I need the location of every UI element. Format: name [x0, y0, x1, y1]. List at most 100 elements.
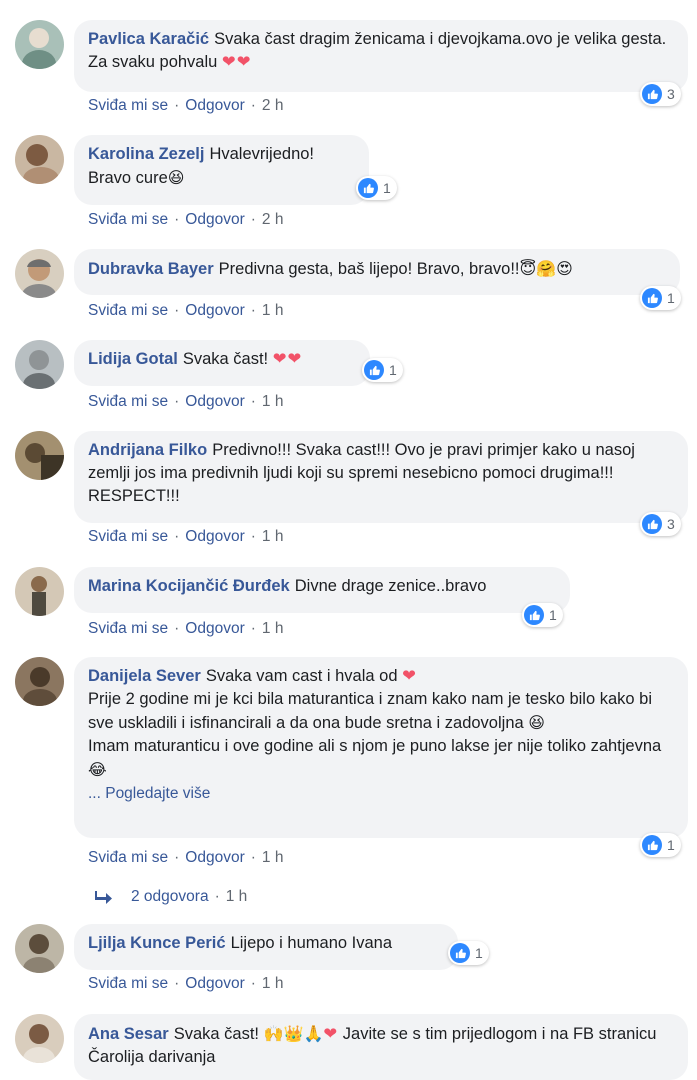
- separator: ·: [174, 393, 180, 410]
- like-link[interactable]: Sviđa mi se: [88, 211, 168, 228]
- timestamp: 1 h: [225, 888, 248, 905]
- avatar[interactable]: [15, 924, 64, 973]
- author-name[interactable]: Marina Kocijančić Đurđek: [88, 577, 290, 595]
- like-link[interactable]: Sviđa mi se: [88, 393, 168, 410]
- avatar[interactable]: [15, 431, 64, 480]
- separator: ·: [174, 302, 180, 319]
- comment-actions: Sviđa mi se · Odgovor · 1 h: [88, 527, 283, 547]
- reply-link[interactable]: Odgovor: [185, 97, 244, 114]
- like-count: 3: [667, 516, 675, 532]
- reply-link[interactable]: Odgovor: [185, 849, 244, 866]
- avatar[interactable]: [15, 1014, 64, 1063]
- timestamp[interactable]: 1 h: [262, 975, 284, 992]
- comment-actions: Sviđa mi se · Odgovor · 1 h: [88, 301, 283, 321]
- like-icon: [642, 288, 662, 308]
- reply-link[interactable]: Odgovor: [185, 528, 244, 545]
- tears-of-joy-emoji-icon: 😂: [88, 760, 107, 779]
- timestamp[interactable]: 2 h: [262, 211, 284, 228]
- like-icon: [358, 178, 378, 198]
- laughing-emoji-icon: 😆: [167, 168, 185, 187]
- like-link[interactable]: Sviđa mi se: [88, 97, 168, 114]
- author-name[interactable]: Ana Sesar: [88, 1025, 169, 1043]
- view-replies[interactable]: 2 odgovora · 1 h: [95, 888, 247, 906]
- comment-text: Svaka čast!: [173, 1025, 260, 1043]
- reaction-count[interactable]: 1: [640, 286, 681, 310]
- comment-text-line2: Bravo cure: [88, 169, 168, 187]
- author-name[interactable]: Danijela Sever: [88, 667, 201, 685]
- reaction-count[interactable]: 1: [640, 833, 681, 857]
- reaction-count[interactable]: 1: [522, 603, 563, 627]
- comment-text-line2: Prije 2 godine mi je kci bila maturantic…: [88, 690, 653, 732]
- separator: ·: [174, 849, 180, 866]
- separator: ·: [250, 302, 256, 319]
- timestamp[interactable]: 1 h: [262, 302, 284, 319]
- separator: ·: [174, 528, 180, 545]
- timestamp[interactable]: 2 h: [262, 97, 284, 114]
- avatar[interactable]: [15, 20, 64, 69]
- like-link[interactable]: Sviđa mi se: [88, 302, 168, 319]
- comment-actions: Sviđa mi se · Odgovor · 1 h: [88, 974, 283, 994]
- avatar[interactable]: [15, 340, 64, 389]
- like-link[interactable]: Sviđa mi se: [88, 849, 168, 866]
- like-count: 1: [667, 290, 675, 306]
- comment-text: Svaka vam cast i hvala od: [205, 667, 398, 685]
- see-more-link[interactable]: ... Pogledajte više: [88, 785, 210, 802]
- like-icon: [524, 605, 544, 625]
- comment-bubble: Dubravka Bayer Predivna gesta, baš lijepo…: [74, 249, 680, 295]
- comment-bubble: Andrijana Filko Predivno!!! Svaka cast!!!…: [74, 431, 688, 523]
- avatar[interactable]: [15, 135, 64, 184]
- timestamp[interactable]: 1 h: [262, 620, 284, 637]
- separator: ·: [250, 620, 256, 637]
- like-icon: [642, 835, 662, 855]
- like-icon: [642, 84, 662, 104]
- reply-link[interactable]: Odgovor: [185, 620, 244, 637]
- like-icon: [642, 514, 662, 534]
- avatar[interactable]: [15, 249, 64, 298]
- comment-bubble: Karolina Zezelj Hvalevrijedno! Bravo cure…: [74, 135, 369, 205]
- author-name[interactable]: Dubravka Bayer: [88, 260, 214, 278]
- like-count: 1: [389, 362, 397, 378]
- comment-text: Divne drage zenice..bravo: [294, 577, 487, 595]
- reaction-count[interactable]: 3: [640, 512, 681, 536]
- author-name[interactable]: Pavlica Karačić: [88, 30, 209, 48]
- separator: ·: [250, 393, 256, 410]
- author-name[interactable]: Lidija Gotal: [88, 350, 178, 368]
- reaction-count[interactable]: 1: [356, 176, 397, 200]
- timestamp[interactable]: 1 h: [262, 849, 284, 866]
- reply-link[interactable]: Odgovor: [185, 302, 244, 319]
- comment-text: Predivna gesta, baš lijepo! Bravo, bravo…: [218, 260, 520, 278]
- laughing-emoji-icon: 😆: [528, 713, 545, 732]
- like-count: 1: [549, 607, 557, 623]
- timestamp[interactable]: 1 h: [262, 393, 284, 410]
- comment-bubble: Danijela Sever Svaka vam cast i hvala od …: [74, 657, 688, 838]
- like-link[interactable]: Sviđa mi se: [88, 620, 168, 637]
- reaction-count[interactable]: 1: [448, 941, 489, 965]
- author-name[interactable]: Karolina Zezelj: [88, 145, 204, 163]
- reply-link[interactable]: Odgovor: [185, 211, 244, 228]
- reply-arrow-icon: [95, 891, 112, 904]
- heart-emoji-icon: ❤❤: [272, 350, 303, 368]
- comment-bubble: Pavlica Karačić Svaka čast dragim ženicam…: [74, 20, 688, 92]
- reply-link[interactable]: Odgovor: [185, 975, 244, 992]
- comment-actions: Sviđa mi se · Odgovor · 1 h: [88, 848, 283, 868]
- author-name[interactable]: Ljilja Kunce Perić: [88, 934, 226, 952]
- avatar[interactable]: [15, 657, 64, 706]
- comment-text-line3: Imam maturanticu i ove godine ali s njom…: [88, 737, 662, 755]
- reaction-count[interactable]: 1: [362, 358, 403, 382]
- separator: ·: [174, 211, 180, 228]
- timestamp[interactable]: 1 h: [262, 528, 284, 545]
- reply-link[interactable]: Odgovor: [185, 393, 244, 410]
- smiling-emoji-icon: 😇🤗😍: [519, 259, 573, 278]
- separator: ·: [250, 975, 256, 992]
- like-link[interactable]: Sviđa mi se: [88, 528, 168, 545]
- reaction-count[interactable]: 3: [640, 82, 681, 106]
- avatar[interactable]: [15, 567, 64, 616]
- comment-text: Hvalevrijedno!: [209, 145, 315, 163]
- like-link[interactable]: Sviđa mi se: [88, 975, 168, 992]
- comment-actions: Sviđa mi se · Odgovor · 1 h: [88, 619, 283, 639]
- comment-actions: Sviđa mi se · Odgovor · 2 h: [88, 210, 283, 230]
- replies-count[interactable]: 2 odgovora: [131, 888, 209, 906]
- author-name[interactable]: Andrijana Filko: [88, 441, 207, 459]
- comment-bubble: Ljilja Kunce Perić Lijepo i humano Ivana: [74, 924, 458, 970]
- like-icon: [450, 943, 470, 963]
